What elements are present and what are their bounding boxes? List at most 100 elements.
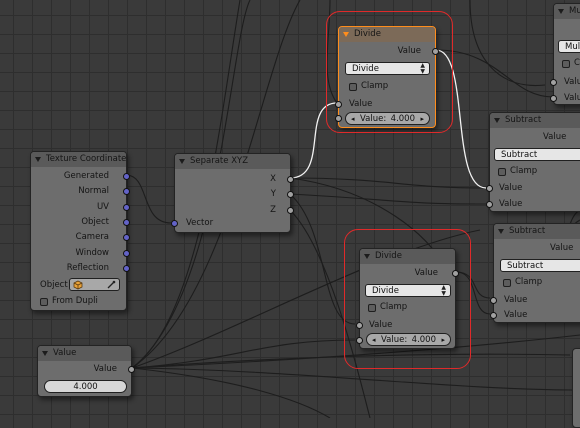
increment-arrow-icon[interactable]: ▸	[420, 113, 424, 125]
operation-dropdown[interactable]: Mult	[558, 40, 580, 53]
node-title: Value	[53, 348, 77, 358]
node-title: Separate XYZ	[190, 156, 249, 166]
operation-value: Divide	[352, 64, 379, 74]
socket-vector-in[interactable]	[171, 220, 178, 227]
socket-value-in-a[interactable]	[550, 79, 557, 86]
subtract-node-top[interactable]: Subtract Value Subtract Clamp Value Valu…	[486, 112, 580, 212]
clamp-label: Clamp	[510, 166, 538, 176]
input-label-value-a: Value	[499, 183, 523, 193]
output-label-uv: UV	[96, 202, 109, 212]
socket-value-in-b[interactable]	[356, 337, 363, 344]
operation-dropdown[interactable]: Divide ▲ ▼	[345, 62, 430, 75]
value-field[interactable]: 4.000	[44, 380, 127, 393]
input-label-value-b: Valu	[564, 93, 580, 103]
link-divide-sub-bottom	[455, 271, 491, 299]
collapse-triangle-down-icon[interactable]	[364, 254, 370, 259]
offscreen-node-edge[interactable]	[572, 348, 580, 428]
link-divide-top-out	[435, 49, 487, 189]
clamp-checkbox[interactable]	[349, 83, 357, 91]
link-z-down	[289, 209, 371, 418]
socket-value-in-a[interactable]	[335, 101, 342, 108]
object-label: Object	[40, 280, 68, 290]
clamp-checkbox[interactable]	[368, 304, 376, 312]
collapse-triangle-down-icon[interactable]	[558, 9, 564, 14]
input-label-value-a: Value	[504, 295, 528, 305]
node-title: Subtract	[505, 115, 542, 125]
node-title: Divide	[354, 29, 381, 39]
up-down-arrows-icon: ▲ ▼	[441, 284, 446, 297]
value-field[interactable]: ◂ Value: 4.000 ▸	[345, 112, 430, 125]
eyedropper-icon[interactable]	[107, 280, 116, 289]
clamp-label: Clamp	[361, 81, 389, 91]
link-divide-sub-bottom-2	[455, 271, 491, 315]
collapse-triangle-down-icon[interactable]	[498, 229, 504, 234]
socket-z[interactable]	[287, 207, 294, 214]
divide-node-bottom[interactable]: Divide Value Divide ▲ ▼ Clamp Value ◂ Val…	[356, 248, 459, 349]
socket-normal[interactable]	[123, 188, 130, 195]
socket-value-in-b[interactable]	[490, 312, 497, 319]
socket-uv[interactable]	[123, 204, 130, 211]
collapse-triangle-down-icon[interactable]	[494, 118, 500, 123]
node-header[interactable]: Divide	[339, 27, 435, 42]
link-generated-vector	[125, 174, 172, 224]
node-header[interactable]: Divide	[360, 249, 455, 264]
texture-coordinate-node[interactable]: Texture Coordinate Generated Normal UV O…	[30, 151, 130, 311]
socket-camera[interactable]	[123, 234, 130, 241]
decrement-arrow-icon[interactable]: ◂	[372, 334, 376, 346]
node-header[interactable]: Separate XYZ	[175, 154, 290, 169]
clamp-checkbox[interactable]	[503, 279, 511, 287]
socket-value-in-a[interactable]	[490, 297, 497, 304]
socket-value-in-a[interactable]	[356, 322, 363, 329]
value-field[interactable]: ◂ Value: 4.000 ▸	[366, 333, 451, 346]
object-field[interactable]	[69, 278, 120, 291]
value-node[interactable]: Value Value 4.000	[37, 345, 135, 397]
separate-xyz-node[interactable]: Separate XYZ X Y Z Vector	[171, 153, 294, 233]
collapse-triangle-down-icon[interactable]	[42, 351, 48, 356]
node-header[interactable]: Texture Coordinate	[31, 152, 126, 167]
clamp-checkbox[interactable]	[562, 60, 570, 68]
socket-value-out[interactable]	[452, 270, 459, 277]
socket-window[interactable]	[123, 250, 130, 257]
operation-dropdown[interactable]: Divide ▲ ▼	[365, 284, 451, 297]
socket-y[interactable]	[287, 191, 294, 198]
node-header[interactable]: Mu	[554, 4, 580, 19]
output-label-camera: Camera	[75, 232, 109, 242]
output-label-value: Value	[397, 46, 421, 56]
node-header[interactable]: Value	[38, 346, 131, 361]
link-y-subtract	[289, 193, 487, 205]
cube-icon	[73, 280, 83, 290]
socket-value-in-b[interactable]	[335, 115, 342, 122]
multiply-node-partial[interactable]: Mu Mult C Valu Valu	[550, 3, 580, 105]
decrement-arrow-icon[interactable]: ◂	[351, 113, 355, 125]
operation-dropdown[interactable]: Subtract	[494, 148, 580, 161]
output-label-normal: Normal	[78, 186, 109, 196]
node-header[interactable]: Subtract	[494, 224, 580, 239]
subtract-node-bottom[interactable]: Subtract Value Subtract Clamp Value Valu…	[490, 223, 580, 323]
socket-generated[interactable]	[123, 173, 130, 180]
collapse-triangle-down-icon[interactable]	[179, 159, 185, 164]
clamp-label: C	[574, 58, 580, 68]
from-dupli-checkbox[interactable]	[40, 298, 48, 306]
collapse-triangle-down-icon[interactable]	[35, 157, 41, 162]
socket-value-in-b[interactable]	[486, 201, 493, 208]
socket-value-in-a[interactable]	[486, 185, 493, 192]
collapse-triangle-down-icon[interactable]	[343, 32, 349, 37]
socket-value-out[interactable]	[128, 366, 135, 373]
node-header[interactable]: Subtract	[490, 113, 580, 128]
socket-object[interactable]	[123, 219, 130, 226]
divide-node-top[interactable]: Divide Value Divide ▲ ▼ Clamp Value ◂ Val…	[335, 26, 439, 128]
socket-value-in-b[interactable]	[550, 95, 557, 102]
operation-dropdown[interactable]: Subtract	[500, 259, 580, 272]
value-field-label: Value:	[381, 335, 408, 345]
clamp-label: Clamp	[515, 277, 543, 287]
socket-value-out[interactable]	[432, 48, 439, 55]
increment-arrow-icon[interactable]: ▸	[441, 334, 445, 346]
value-field-number: 4.000	[411, 335, 436, 345]
output-label-x: X	[270, 174, 276, 184]
socket-reflection[interactable]	[123, 265, 130, 272]
socket-x[interactable]	[287, 176, 294, 183]
clamp-checkbox[interactable]	[498, 168, 506, 176]
operation-value: Subtract	[501, 150, 538, 160]
link-x-divide-top	[289, 102, 338, 179]
operation-value: Divide	[372, 286, 399, 296]
